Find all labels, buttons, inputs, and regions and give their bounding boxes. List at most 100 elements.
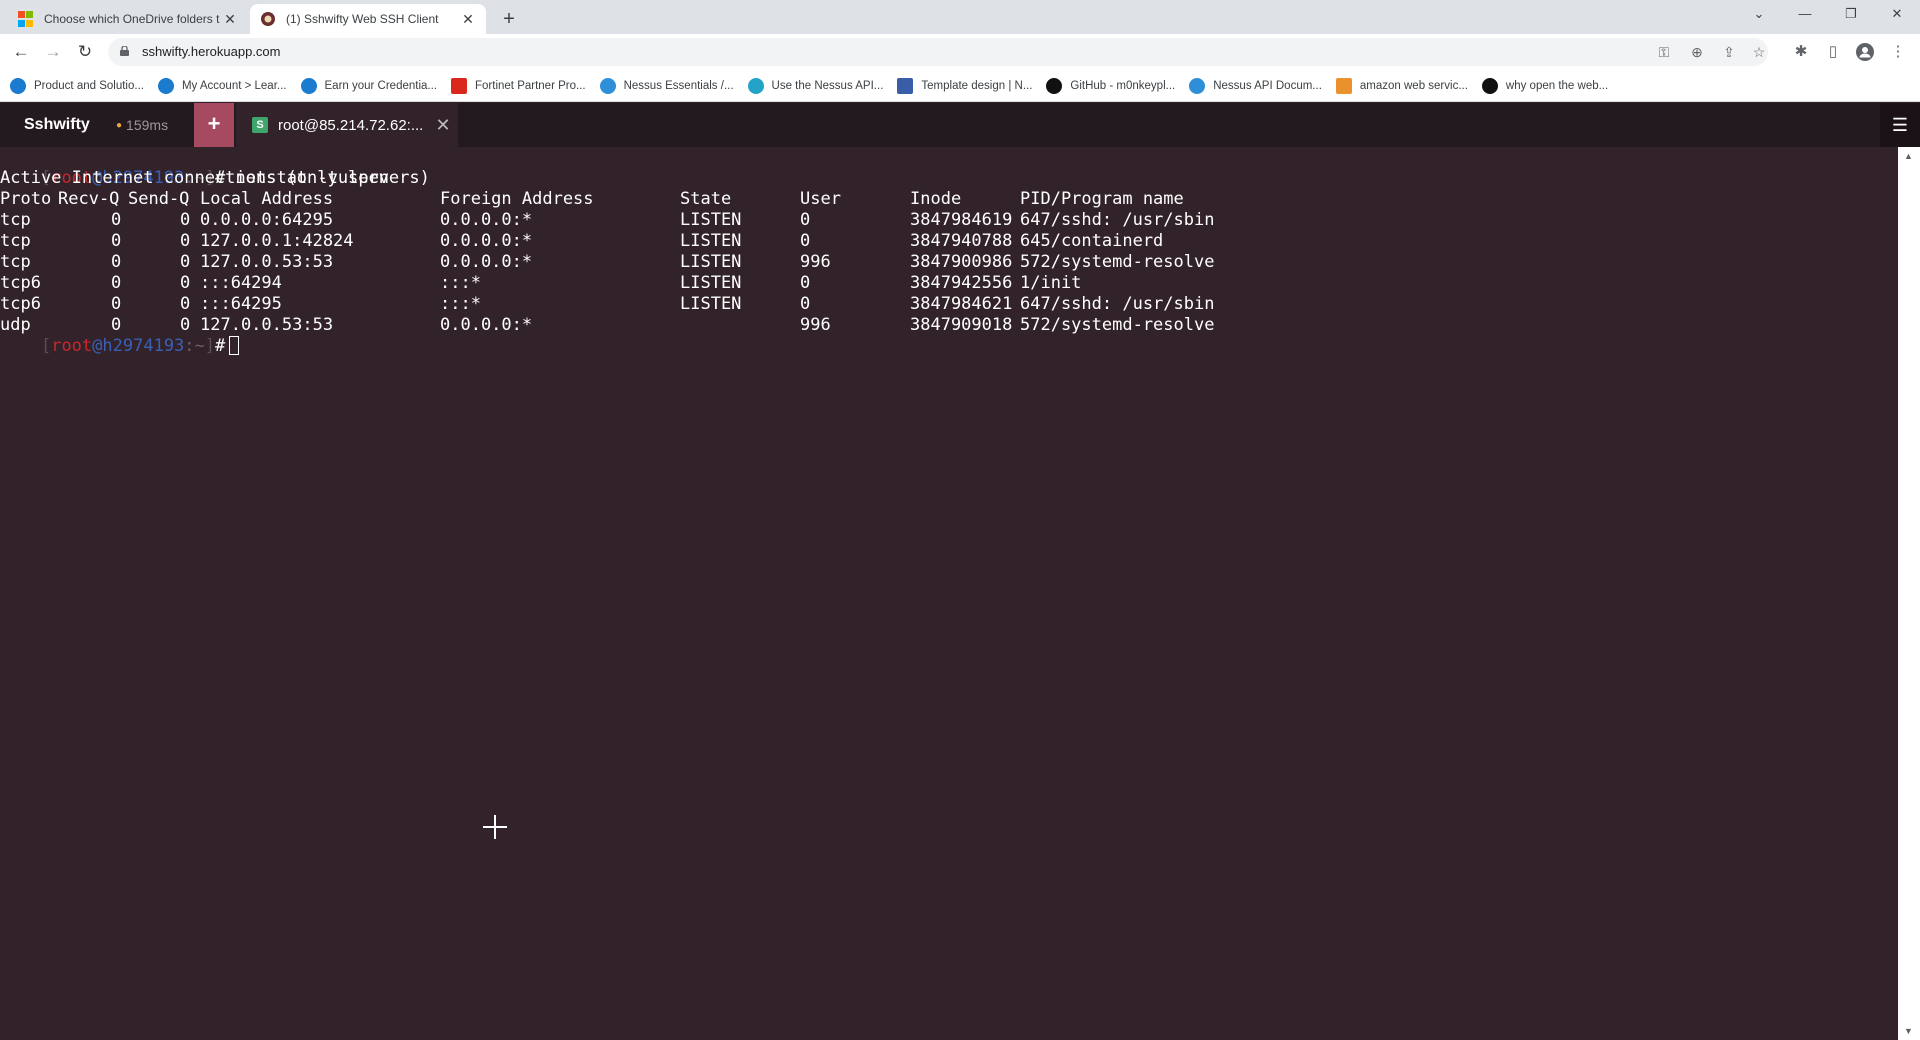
reload-icon[interactable]: ↻	[73, 40, 97, 64]
zoom-icon[interactable]: ⊕	[1686, 42, 1708, 62]
bookmark-item[interactable]: Nessus API Docum...	[1189, 77, 1322, 94]
bookmark-item[interactable]: amazon web servic...	[1335, 77, 1468, 94]
bookmark-item[interactable]: GitHub - m0nkeypl...	[1046, 77, 1176, 94]
bookmark-item[interactable]: Template design | N...	[897, 77, 1032, 94]
table-cell: 0.0.0.0:*	[440, 210, 533, 230]
scroll-up-icon[interactable]: ▲	[1904, 151, 1913, 161]
table-cell: 0.0.0.0:*	[440, 315, 533, 335]
key-icon[interactable]: ⚿	[1653, 42, 1675, 62]
sshwifty-header: Sshwifty ● 159ms + S root@85.214.72.62:..…	[0, 103, 1920, 147]
table-cell: 3847909018	[910, 315, 1013, 335]
table-cell: 0	[180, 294, 191, 314]
forward-icon[interactable]: →	[41, 40, 65, 64]
bookmark-item[interactable]: Fortinet Partner Pro...	[451, 77, 586, 94]
dell-icon	[10, 77, 26, 94]
dell-icon	[157, 77, 174, 94]
table-cell: 996	[800, 252, 831, 272]
new-tab-button[interactable]: +	[496, 6, 522, 32]
restore-icon[interactable]: ❐	[1828, 0, 1874, 30]
close-icon[interactable]: ✕	[222, 11, 238, 28]
prompt-bracket: [	[40, 336, 52, 356]
table-cell: tcp6	[0, 273, 41, 293]
close-icon[interactable]: ✕	[460, 11, 476, 28]
table-cell: :::64295	[200, 294, 282, 314]
prompt-line: [root@h2974193:~]#	[0, 315, 240, 356]
table-cell: LISTEN	[680, 231, 742, 251]
more-menu-icon[interactable]: ⋮	[1886, 40, 1910, 64]
hamburger-menu-icon[interactable]: ☰	[1880, 103, 1920, 147]
table-cell: 127.0.0.53:53	[200, 252, 334, 272]
share-icon[interactable]: ⇪	[1718, 42, 1740, 62]
table-cell: 3847984619	[910, 210, 1013, 230]
extensions-icon[interactable]: ✱	[1789, 40, 1813, 64]
table-cell: 1/init	[1020, 273, 1082, 293]
table-cell: 572/systemd-resolve	[1020, 315, 1215, 335]
table-row: tcp 0 0 127.0.0.53:53 0.0.0.0:* LISTEN 996 3847…	[0, 252, 1300, 273]
bookmark-item[interactable]: Earn your Credentia...	[300, 77, 438, 94]
dell-icon	[300, 77, 317, 94]
table-cell: 0	[111, 252, 122, 272]
table-cell: 0	[111, 273, 122, 293]
address-bar[interactable]: sshwifty.herokuapp.com ⚿ ⊕ ⇪ ☆	[108, 38, 1768, 66]
app-brand[interactable]: Sshwifty	[24, 116, 90, 134]
latency-value: 159ms	[126, 117, 169, 133]
close-window-icon[interactable]: ✕	[1874, 0, 1920, 30]
bookmark-label: Nessus Essentials /...	[623, 79, 734, 92]
table-cell: 0.0.0.0:64295	[200, 210, 334, 230]
tab-search-chevron-icon[interactable]: ⌄	[1736, 0, 1782, 30]
table-row: tcp 0 0 127.0.0.1:42824 0.0.0.0:* LISTEN 0 3847…	[0, 231, 1300, 252]
column-header: PID/Program name	[1020, 189, 1184, 209]
profile-avatar-icon[interactable]	[1853, 40, 1877, 64]
bookmark-item[interactable]: Use the Nessus API...	[747, 77, 883, 94]
session-tab[interactable]: S root@85.214.72.62:... ✕	[236, 103, 458, 147]
browser-tabstrip: Choose which OneDrive folders t ✕ (1) Ss…	[0, 0, 1920, 34]
terminal-screen[interactable]: [root@h2974193:~]# netstat -tulpen Activ…	[0, 147, 1898, 1040]
bookmarks-bar: Product and Solutio... My Account > Lear.…	[0, 70, 1920, 102]
bookmark-label: amazon web servic...	[1359, 79, 1468, 92]
table-cell: 3847900986	[910, 252, 1013, 272]
back-icon[interactable]: ←	[9, 40, 33, 64]
new-session-button[interactable]: +	[194, 103, 234, 147]
side-panel-icon[interactable]: ▯	[1821, 40, 1845, 64]
bookmark-item[interactable]: Product and Solutio...	[10, 77, 144, 94]
url-text: sshwifty.herokuapp.com	[142, 44, 281, 59]
table-cell: 645/containerd	[1020, 231, 1164, 251]
table-cell: 0	[800, 231, 811, 251]
bookmark-item[interactable]: why open the web...	[1481, 77, 1609, 94]
command-line: [root@h2974193:~]# netstat -tulpen	[0, 147, 389, 188]
table-cell: :::*	[440, 294, 481, 314]
bookmark-label: Earn your Credentia...	[324, 79, 438, 92]
session-title: root@85.214.72.62:...	[278, 116, 424, 134]
table-cell: 996	[800, 315, 831, 335]
close-session-icon[interactable]: ✕	[428, 115, 458, 136]
browser-toolbar: ← → ↻ sshwifty.herokuapp.com ⚿ ⊕ ⇪ ☆ ✱ ▯…	[0, 34, 1920, 70]
tab-onedrive[interactable]: Choose which OneDrive folders t ✕	[8, 4, 248, 34]
bookmark-item[interactable]: My Account > Lear...	[157, 77, 287, 94]
bookmark-item[interactable]: Nessus Essentials /...	[599, 77, 734, 94]
bookmark-label: why open the web...	[1505, 79, 1609, 92]
tenable-icon	[747, 77, 764, 94]
table-row: tcp 0 0 0.0.0.0:64295 0.0.0.0:* LISTEN 0 384798…	[0, 210, 1300, 231]
prompt-path: :~	[184, 336, 205, 356]
table-cell: 0	[180, 231, 191, 251]
github-icon	[1481, 77, 1498, 94]
bookmark-label: My Account > Lear...	[181, 79, 287, 92]
bookmark-label: GitHub - m0nkeypl...	[1070, 79, 1176, 92]
terminal-scrollbar[interactable]: ▲ ▼	[1898, 147, 1920, 1040]
scroll-down-icon[interactable]: ▼	[1904, 1026, 1913, 1036]
table-cell: 127.0.0.1:42824	[200, 231, 354, 251]
status-dot-icon: ●	[116, 120, 123, 131]
table-cell: 3847984621	[910, 294, 1013, 314]
tab-sshwifty[interactable]: (1) Sshwifty Web SSH Client ✕	[250, 4, 486, 34]
bookmark-label: Product and Solutio...	[34, 79, 144, 92]
table-cell: 647/sshd: /usr/sbin	[1020, 210, 1215, 230]
column-header: User	[800, 189, 841, 209]
bookmark-star-icon[interactable]: ☆	[1748, 42, 1770, 62]
tab-title: Choose which OneDrive folders t	[44, 12, 220, 26]
minimize-icon[interactable]: —	[1782, 0, 1828, 30]
table-cell: 0	[111, 231, 122, 251]
table-cell: 3847940788	[910, 231, 1013, 251]
table-cell: 0	[800, 294, 811, 314]
table-cell: 0	[180, 252, 191, 272]
table-cell: 0	[111, 294, 122, 314]
